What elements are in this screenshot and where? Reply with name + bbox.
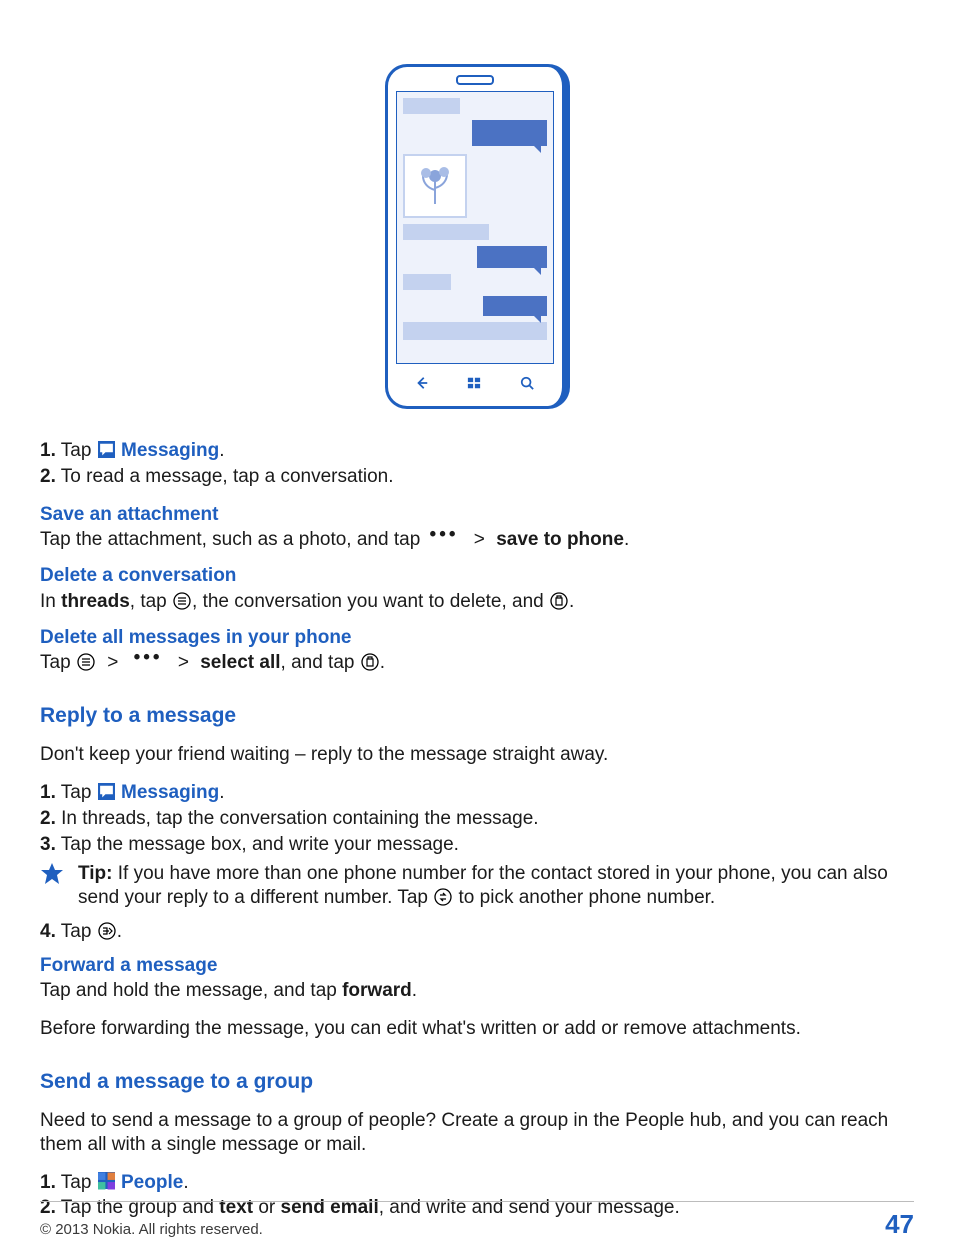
step-num: 1.	[40, 1172, 56, 1193]
forward-after: Before forwarding the message, you can e…	[40, 1017, 914, 1041]
select-all: select all	[200, 652, 280, 673]
select-list-icon	[173, 592, 191, 610]
reply-step-1: 1. Tap Messaging.	[40, 781, 914, 805]
txt: Tap the message box, and write your mess…	[61, 834, 459, 855]
step-num: 2.	[40, 808, 56, 829]
trash-icon	[361, 653, 379, 671]
msg-bubble-in	[403, 322, 547, 340]
txt: , the conversation you want to delete, a…	[192, 591, 549, 612]
select-list-icon	[77, 653, 95, 671]
messaging-icon	[98, 441, 115, 458]
tip-lead: Tip:	[78, 863, 112, 884]
phone-screen	[396, 91, 554, 364]
windows-icon	[467, 376, 481, 390]
messaging-icon	[98, 783, 115, 800]
page-number: 47	[885, 1208, 914, 1241]
period: .	[412, 980, 417, 1001]
phone-speaker	[456, 75, 494, 85]
txt: Tap and hold the message, and tap	[40, 980, 342, 1001]
save-attachment-text: Tap the attachment, such as a photo, and…	[40, 528, 914, 552]
step-text: To read a message, tap a conversation.	[61, 466, 394, 487]
head-delete-all: Delete all messages in your phone	[40, 626, 914, 650]
txt: Tap	[61, 1172, 92, 1193]
txt: to pick another phone number.	[453, 887, 715, 908]
threads-bold: threads	[61, 591, 130, 612]
messaging-label: Messaging	[121, 782, 219, 803]
txt: , tap	[130, 591, 172, 612]
head-group: Send a message to a group	[40, 1069, 914, 1095]
step-num: 1.	[40, 782, 56, 803]
period: .	[117, 921, 122, 942]
txt: Tap	[40, 652, 76, 673]
star-icon	[40, 862, 64, 893]
reply-intro: Don't keep your friend waiting – reply t…	[40, 743, 914, 767]
tip-row: Tip: If you have more than one phone num…	[40, 862, 914, 910]
save-to-phone: save to phone	[496, 529, 624, 550]
chevron: >	[101, 651, 124, 675]
reply-step-2: 2. In threads, tap the conversation cont…	[40, 807, 914, 831]
step-num: 1.	[40, 440, 56, 461]
step-1: 1. Tap Messaging.	[40, 439, 914, 463]
photo-attachment	[403, 154, 467, 218]
reply-step-3: 3. Tap the message box, and write your m…	[40, 833, 914, 857]
more-icon: •••	[130, 646, 167, 670]
chevron: >	[172, 651, 195, 675]
msg-bubble-out	[472, 120, 547, 146]
txt: In	[40, 591, 61, 612]
period: .	[380, 652, 385, 673]
phone-navbar	[396, 370, 554, 396]
back-icon	[415, 376, 429, 390]
period: .	[219, 782, 224, 803]
search-icon	[520, 376, 534, 390]
chevron: >	[468, 528, 491, 552]
period: .	[183, 1172, 188, 1193]
head-save-attachment: Save an attachment	[40, 503, 914, 527]
page-footer: © 2013 Nokia. All rights reserved. 47	[40, 1201, 914, 1241]
txt: , and tap	[281, 652, 360, 673]
txt: Tap the attachment, such as a photo, and…	[40, 529, 426, 550]
forward-line: Tap and hold the message, and tap forwar…	[40, 979, 914, 1003]
msg-bubble-in	[403, 98, 461, 114]
send-icon	[98, 922, 116, 940]
period: .	[219, 440, 224, 461]
msg-bubble-in	[403, 274, 452, 290]
msg-bubble-out	[477, 246, 546, 268]
phone-illustration-wrap	[40, 64, 914, 409]
delete-all-text: Tap > ••• > select all, and tap .	[40, 651, 914, 675]
messaging-label: Messaging	[121, 440, 219, 461]
people-label: People	[121, 1172, 183, 1193]
txt: Tap	[61, 782, 92, 803]
period: .	[569, 591, 574, 612]
head-reply: Reply to a message	[40, 703, 914, 729]
head-forward: Forward a message	[40, 954, 914, 978]
txt: Tap	[61, 921, 97, 942]
group-step-1: 1. Tap People.	[40, 1171, 914, 1195]
txt: In threads, tap the conversation contain…	[61, 808, 538, 829]
manual-page: 1. Tap Messaging. 2. To read a message, …	[0, 0, 954, 1258]
step-text: Tap	[61, 440, 92, 461]
trash-icon	[550, 592, 568, 610]
step-num: 4.	[40, 921, 56, 942]
switch-number-icon	[434, 888, 452, 906]
msg-bubble-in	[403, 224, 489, 240]
period: .	[624, 529, 629, 550]
step-num: 2.	[40, 466, 56, 487]
head-delete-conv: Delete a conversation	[40, 564, 914, 588]
copyright: © 2013 Nokia. All rights reserved.	[40, 1221, 263, 1240]
step-2: 2. To read a message, tap a conversation…	[40, 465, 914, 489]
step-num: 3.	[40, 834, 56, 855]
more-icon: •••	[426, 523, 463, 547]
tip-body: Tip: If you have more than one phone num…	[78, 862, 914, 910]
phone-outline	[385, 64, 570, 409]
msg-bubble-out	[483, 296, 546, 316]
delete-conv-text: In threads, tap , the conversation you w…	[40, 590, 914, 614]
forward-bold: forward	[342, 980, 412, 1001]
reply-step-4: 4. Tap .	[40, 920, 914, 944]
flower-icon	[413, 164, 457, 208]
group-intro: Need to send a message to a group of peo…	[40, 1109, 914, 1157]
people-icon	[98, 1172, 115, 1189]
